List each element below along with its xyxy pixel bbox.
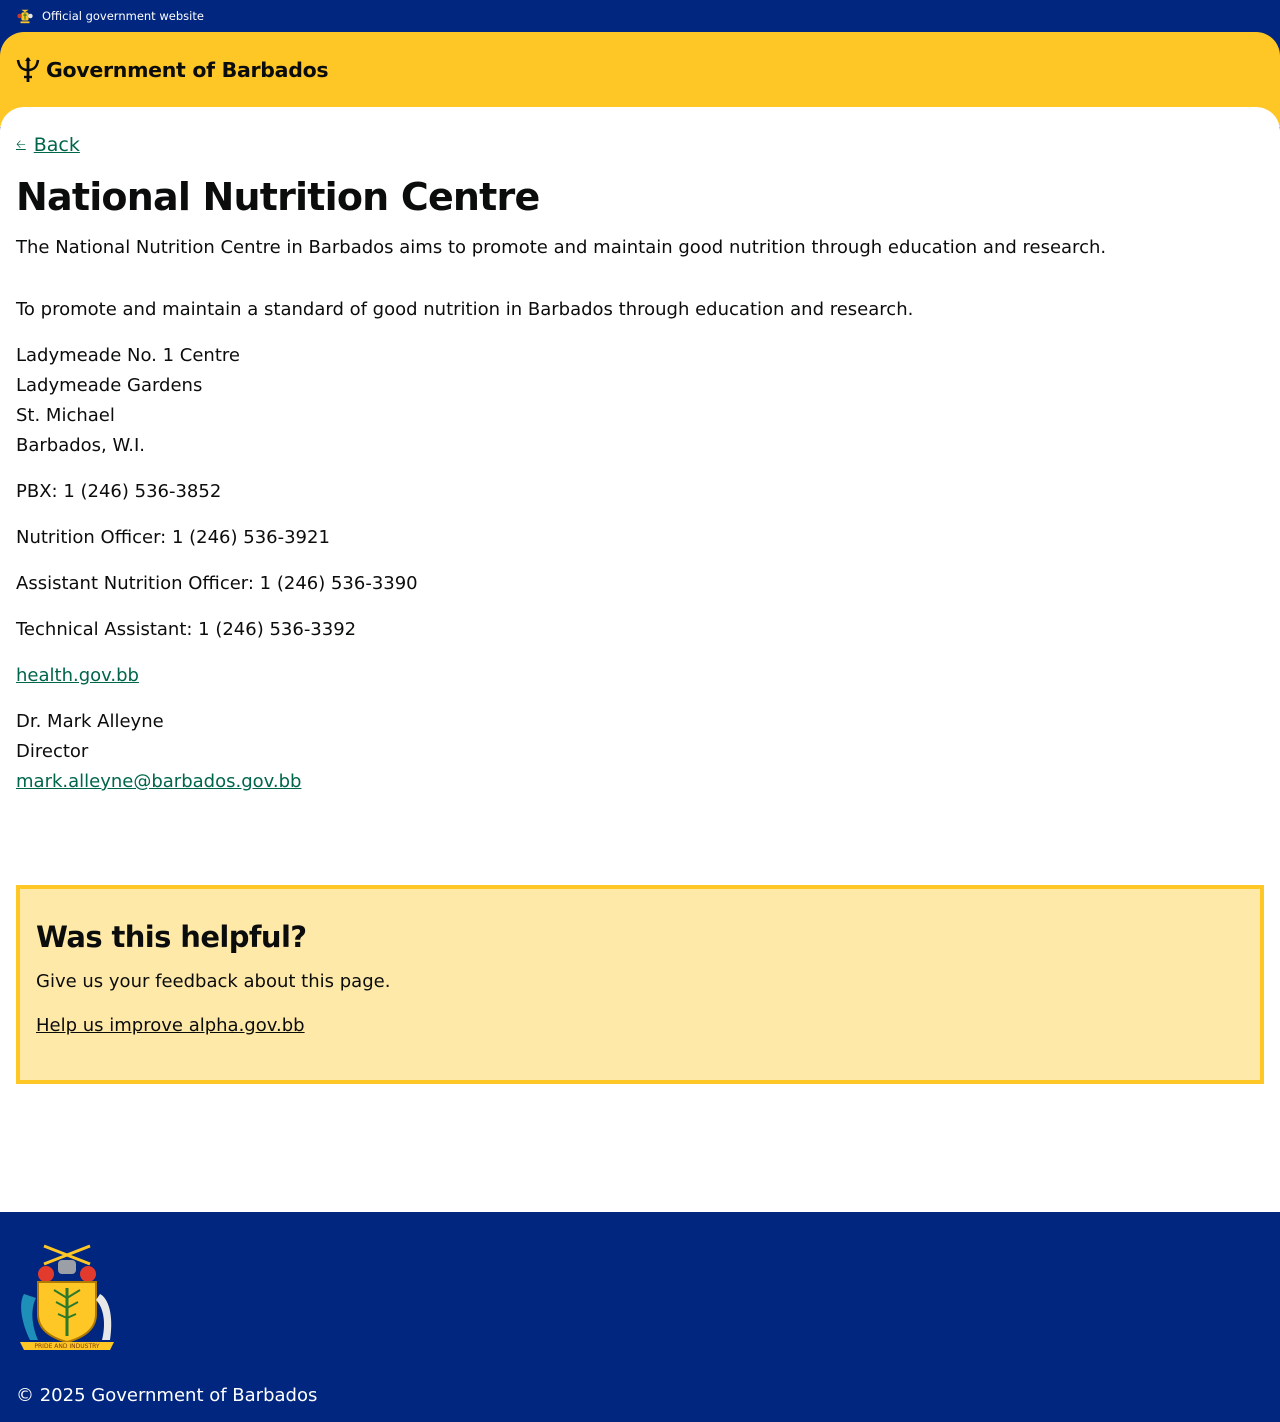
trident-icon xyxy=(16,57,40,82)
address-line: Ladymeade No. 1 Centre xyxy=(16,345,240,366)
coat-of-arms-icon: PRIDE AND INDUSTRY xyxy=(20,1244,114,1350)
contact-block: Dr. Mark Alleyne Director mark.alleyne@b… xyxy=(16,707,1264,797)
phone-pbx: PBX: 1 (246) 536-3852 xyxy=(16,481,222,502)
official-banner: Official government website xyxy=(0,0,1280,32)
home-link[interactable]: Government of Barbados xyxy=(16,57,329,83)
website-link[interactable]: health.gov.bb xyxy=(16,661,139,691)
svg-text:PRIDE AND INDUSTRY: PRIDE AND INDUSTRY xyxy=(34,1343,100,1350)
feedback-panel: Was this helpful? Give us your feedback … xyxy=(16,885,1264,1084)
page-title: National Nutrition Centre xyxy=(16,175,540,219)
phone-technical-assistant: Technical Assistant: 1 (246) 536-3392 xyxy=(16,619,357,640)
site-footer: PRIDE AND INDUSTRY © 2025 Government of … xyxy=(0,1212,1280,1422)
brand-name: Government of Barbados xyxy=(46,58,329,82)
contact-role: Director xyxy=(16,741,89,762)
address-line: Ladymeade Gardens xyxy=(16,375,203,396)
main-content: 🡠 Back National Nutrition Centre The Nat… xyxy=(0,107,1280,1212)
back-link[interactable]: 🡠 Back xyxy=(16,131,1264,159)
phone-nutrition-officer: Nutrition Officer: 1 (246) 536-3921 xyxy=(16,527,330,548)
feedback-heading: Was this helpful? xyxy=(36,920,307,954)
contact-name: Dr. Mark Alleyne xyxy=(16,711,164,732)
address-line: St. Michael xyxy=(16,405,115,426)
official-banner-text: Official government website xyxy=(42,9,204,23)
feedback-text: Give us your feedback about this page. xyxy=(36,971,391,992)
back-label: Back xyxy=(33,134,80,156)
page-lead: The National Nutrition Centre in Barbado… xyxy=(16,237,1107,258)
coat-of-arms-icon xyxy=(17,9,33,24)
phone-assistant-nutrition-officer: Assistant Nutrition Officer: 1 (246) 536… xyxy=(16,573,418,594)
arrow-left-icon: 🡠 xyxy=(16,136,26,151)
address-line: Barbados, W.I. xyxy=(16,435,145,456)
feedback-link[interactable]: Help us improve alpha.gov.bb xyxy=(36,1011,305,1041)
address-block: Ladymeade No. 1 Centre Ladymeade Gardens… xyxy=(16,341,1264,461)
contact-email-link[interactable]: mark.alleyne@barbados.gov.bb xyxy=(16,767,301,797)
copyright-text: © 2025 Government of Barbados xyxy=(16,1385,318,1406)
mission-statement: To promote and maintain a standard of go… xyxy=(16,299,914,320)
